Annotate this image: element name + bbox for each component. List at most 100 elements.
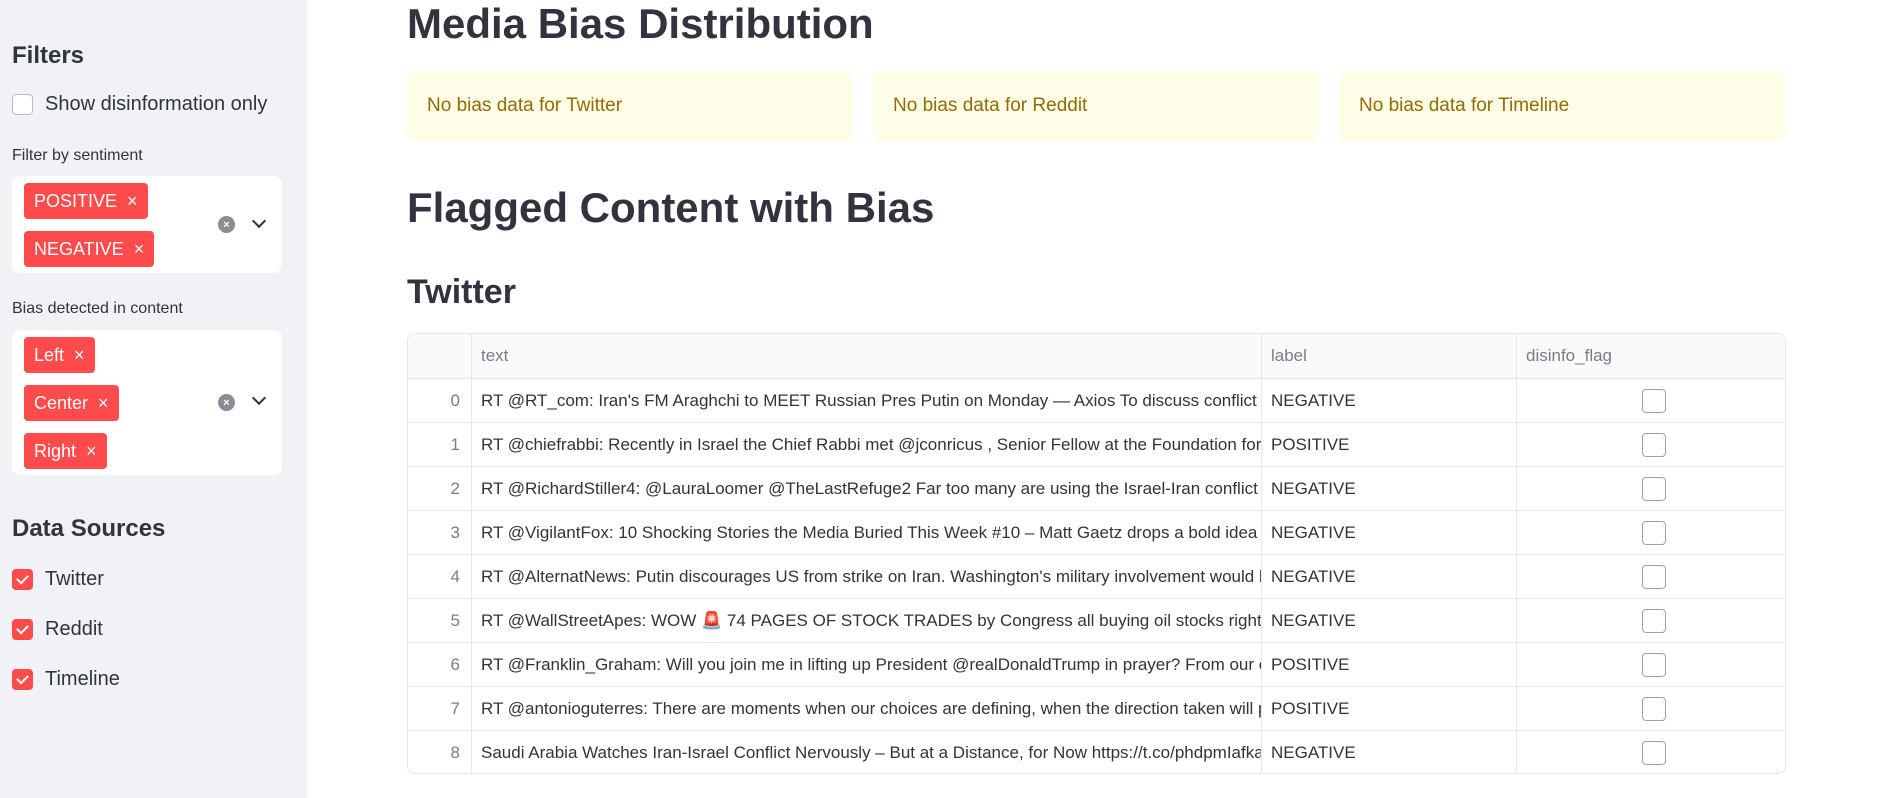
text-cell[interactable]: RT @AlternatNews: Putin discourages US f…: [472, 555, 1262, 598]
label-cell[interactable]: NEGATIVE: [1262, 511, 1517, 554]
remove-tag-icon[interactable]: ×: [134, 239, 145, 260]
checkbox-checked-icon[interactable]: [12, 669, 33, 690]
text-cell[interactable]: Saudi Arabia Watches Iran-Israel Conflic…: [472, 731, 1262, 773]
disinfo-flag-checkbox[interactable]: [1642, 432, 1666, 457]
table-row[interactable]: 7 RT @antonioguterres: There are moments…: [408, 686, 1785, 730]
column-header-disinfo-flag[interactable]: disinfo_flag: [1517, 334, 1785, 378]
disinfo-flag-cell[interactable]: [1517, 687, 1785, 730]
filters-heading: Filters: [12, 42, 85, 69]
row-index: 4: [408, 555, 472, 598]
disinfo-only-checkbox[interactable]: Show disinformation only: [12, 93, 267, 116]
row-index: 1: [408, 423, 472, 466]
sentiment-tag-negative[interactable]: NEGATIVE ×: [24, 231, 155, 267]
label-cell[interactable]: NEGATIVE: [1262, 379, 1517, 422]
row-index: 8: [408, 731, 472, 773]
text-cell[interactable]: RT @antonioguterres: There are moments w…: [472, 687, 1262, 730]
table-row[interactable]: 6 RT @Franklin_Graham: Will you join me …: [408, 642, 1785, 686]
text-cell[interactable]: RT @RT_com: Iran's FM Araghchi to MEET R…: [472, 379, 1262, 422]
clear-all-icon[interactable]: ×: [218, 216, 235, 233]
disinfo-flag-cell[interactable]: [1517, 467, 1785, 510]
table-row[interactable]: 8 Saudi Arabia Watches Iran-Israel Confl…: [408, 730, 1785, 773]
data-sources-heading: Data Sources: [12, 515, 166, 542]
tag-label: Center: [34, 392, 89, 413]
disinfo-only-label: Show disinformation only: [45, 93, 268, 115]
table-row[interactable]: 1 RT @chiefrabbi: Recently in Israel the…: [408, 422, 1785, 466]
sentiment-filter-label: Filter by sentiment: [12, 147, 143, 164]
row-index: 7: [408, 687, 472, 730]
disinfo-only-checkbox-box[interactable]: [12, 94, 33, 115]
alert-reddit: No bias data for Reddit: [873, 71, 1319, 141]
text-cell[interactable]: RT @RichardStiller4: @LauraLoomer @TheLa…: [472, 467, 1262, 510]
label-cell[interactable]: NEGATIVE: [1262, 555, 1517, 598]
bias-tag-center[interactable]: Center ×: [24, 385, 119, 421]
source-checkbox-twitter[interactable]: Twitter: [12, 568, 104, 591]
text-cell[interactable]: RT @chiefrabbi: Recently in Israel the C…: [472, 423, 1262, 466]
tag-label: POSITIVE: [34, 190, 118, 211]
row-index: 6: [408, 643, 472, 686]
alert-twitter: No bias data for Twitter: [407, 71, 853, 141]
chevron-down-icon[interactable]: [251, 390, 267, 406]
label-cell[interactable]: POSITIVE: [1262, 687, 1517, 730]
checkbox-checked-icon[interactable]: [12, 569, 33, 590]
alert-timeline: No bias data for Timeline: [1339, 71, 1785, 141]
bias-tag-right[interactable]: Right ×: [24, 433, 107, 469]
table-header-row: text label disinfo_flag: [408, 334, 1785, 378]
sentiment-multiselect[interactable]: POSITIVE × NEGATIVE × ×: [12, 176, 282, 273]
sentiment-tag-positive[interactable]: POSITIVE ×: [24, 183, 148, 219]
source-label: Timeline: [45, 668, 120, 690]
table-row[interactable]: 4 RT @AlternatNews: Putin discourages US…: [408, 554, 1785, 598]
row-index: 5: [408, 599, 472, 642]
disinfo-flag-checkbox[interactable]: [1642, 564, 1666, 589]
table-row[interactable]: 2 RT @RichardStiller4: @LauraLoomer @The…: [408, 466, 1785, 510]
sidebar: Filters Show disinformation only Filter …: [0, 0, 307, 798]
disinfo-flag-checkbox[interactable]: [1642, 520, 1666, 545]
remove-tag-icon[interactable]: ×: [98, 393, 109, 414]
clear-all-icon[interactable]: ×: [218, 394, 235, 411]
label-cell[interactable]: POSITIVE: [1262, 643, 1517, 686]
disinfo-flag-checkbox[interactable]: [1642, 696, 1666, 721]
disinfo-flag-checkbox[interactable]: [1642, 388, 1666, 413]
label-cell[interactable]: NEGATIVE: [1262, 467, 1517, 510]
remove-tag-icon[interactable]: ×: [74, 345, 85, 366]
tag-label: Right: [34, 440, 77, 461]
label-cell[interactable]: POSITIVE: [1262, 423, 1517, 466]
table-row[interactable]: 3 RT @VigilantFox: 10 Shocking Stories t…: [408, 510, 1785, 554]
source-checkbox-timeline[interactable]: Timeline: [12, 668, 120, 691]
disinfo-flag-cell[interactable]: [1517, 511, 1785, 554]
flagged-content-heading: Flagged Content with Bias: [407, 184, 935, 231]
bias-filter-label: Bias detected in content: [12, 300, 183, 317]
label-cell[interactable]: NEGATIVE: [1262, 599, 1517, 642]
chevron-down-icon[interactable]: [251, 213, 267, 229]
column-header-text[interactable]: text: [472, 334, 1262, 378]
row-index: 0: [408, 379, 472, 422]
tag-label: Left: [34, 344, 65, 365]
checkbox-checked-icon[interactable]: [12, 619, 33, 640]
disinfo-flag-cell[interactable]: [1517, 423, 1785, 466]
source-label: Twitter: [45, 568, 104, 590]
row-index: 3: [408, 511, 472, 554]
index-column-header: [408, 334, 472, 378]
tag-label: NEGATIVE: [34, 238, 124, 259]
label-cell[interactable]: NEGATIVE: [1262, 731, 1517, 773]
remove-tag-icon[interactable]: ×: [86, 441, 97, 462]
text-cell[interactable]: RT @WallStreetApes: WOW 🚨 74 PAGES OF ST…: [472, 599, 1262, 642]
disinfo-flag-checkbox[interactable]: [1642, 608, 1666, 633]
disinfo-flag-cell[interactable]: [1517, 643, 1785, 686]
source-checkbox-reddit[interactable]: Reddit: [12, 618, 103, 641]
disinfo-flag-checkbox[interactable]: [1642, 740, 1666, 765]
column-header-label[interactable]: label: [1262, 334, 1517, 378]
disinfo-flag-cell[interactable]: [1517, 731, 1785, 773]
twitter-data-table[interactable]: text label disinfo_flag 0 RT @RT_com: Ir…: [407, 333, 1786, 774]
bias-tag-left[interactable]: Left ×: [24, 337, 95, 373]
disinfo-flag-checkbox[interactable]: [1642, 476, 1666, 501]
remove-tag-icon[interactable]: ×: [127, 191, 138, 212]
text-cell[interactable]: RT @VigilantFox: 10 Shocking Stories the…: [472, 511, 1262, 554]
disinfo-flag-cell[interactable]: [1517, 599, 1785, 642]
text-cell[interactable]: RT @Franklin_Graham: Will you join me in…: [472, 643, 1262, 686]
disinfo-flag-cell[interactable]: [1517, 379, 1785, 422]
disinfo-flag-checkbox[interactable]: [1642, 652, 1666, 677]
disinfo-flag-cell[interactable]: [1517, 555, 1785, 598]
table-row[interactable]: 5 RT @WallStreetApes: WOW 🚨 74 PAGES OF …: [408, 598, 1785, 642]
bias-multiselect[interactable]: Left × Center × Right × ×: [12, 330, 282, 475]
table-row[interactable]: 0 RT @RT_com: Iran's FM Araghchi to MEET…: [408, 378, 1785, 422]
